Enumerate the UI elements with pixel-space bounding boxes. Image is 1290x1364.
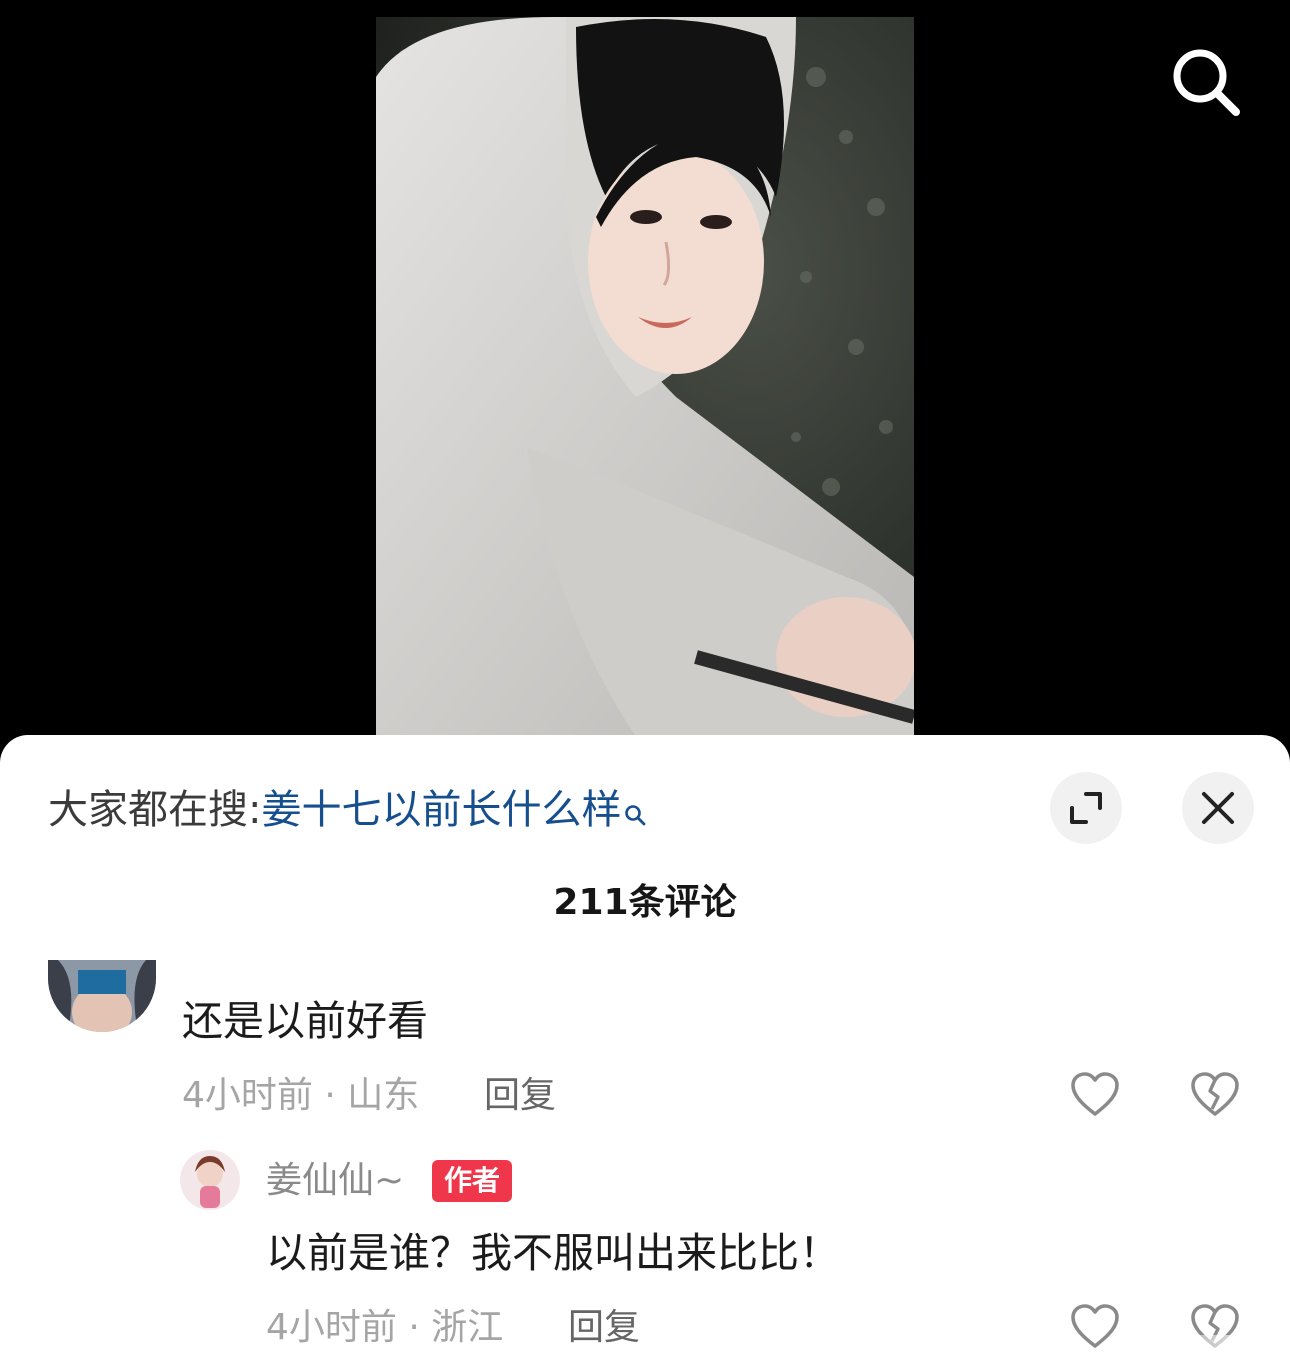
avatar[interactable] <box>48 960 156 1032</box>
comment-sheet: 大家都在搜:姜十七以前长什么样 211条评论 还是以前好看 4小时前 · 山东 … <box>0 735 1290 1364</box>
hot-search-bar: 大家都在搜:姜十七以前长什么样 <box>48 785 647 835</box>
magnifier-small-icon <box>623 789 647 839</box>
watermark-overlay <box>1110 1335 1280 1361</box>
search-icon <box>1173 49 1240 116</box>
reply-button[interactable]: 回复 <box>484 1073 556 1119</box>
author-badge: 作者 <box>432 1160 513 1202</box>
close-button[interactable] <box>1182 772 1254 844</box>
search-button[interactable] <box>1168 44 1244 120</box>
expand-icon <box>1070 792 1102 824</box>
post-image[interactable] <box>376 17 914 737</box>
expand-button[interactable] <box>1050 772 1122 844</box>
comment-meta: 4小时前 · 山东 <box>182 1075 420 1116</box>
comment-meta: 4小时前 · 浙江 <box>266 1307 504 1348</box>
avatar[interactable] <box>180 1150 240 1210</box>
comment-text: 以前是谁？我不服叫出来比比！ <box>266 1229 840 1277</box>
close-icon <box>1202 792 1234 824</box>
comments-count: 211条评论 <box>553 882 737 923</box>
hot-search-prefix: 大家都在搜: <box>48 787 262 833</box>
hot-search-query-link[interactable]: 姜十七以前长什么样 <box>261 787 621 833</box>
dislike-button[interactable] <box>1190 1071 1240 1123</box>
heart-icon <box>1071 1072 1119 1116</box>
broken-heart-icon <box>1191 1072 1239 1116</box>
reply-button[interactable]: 回复 <box>568 1305 640 1351</box>
like-button[interactable] <box>1070 1071 1120 1123</box>
author-name[interactable]: 姜仙仙~ <box>266 1157 404 1205</box>
comment-text: 还是以前好看 <box>182 997 428 1045</box>
